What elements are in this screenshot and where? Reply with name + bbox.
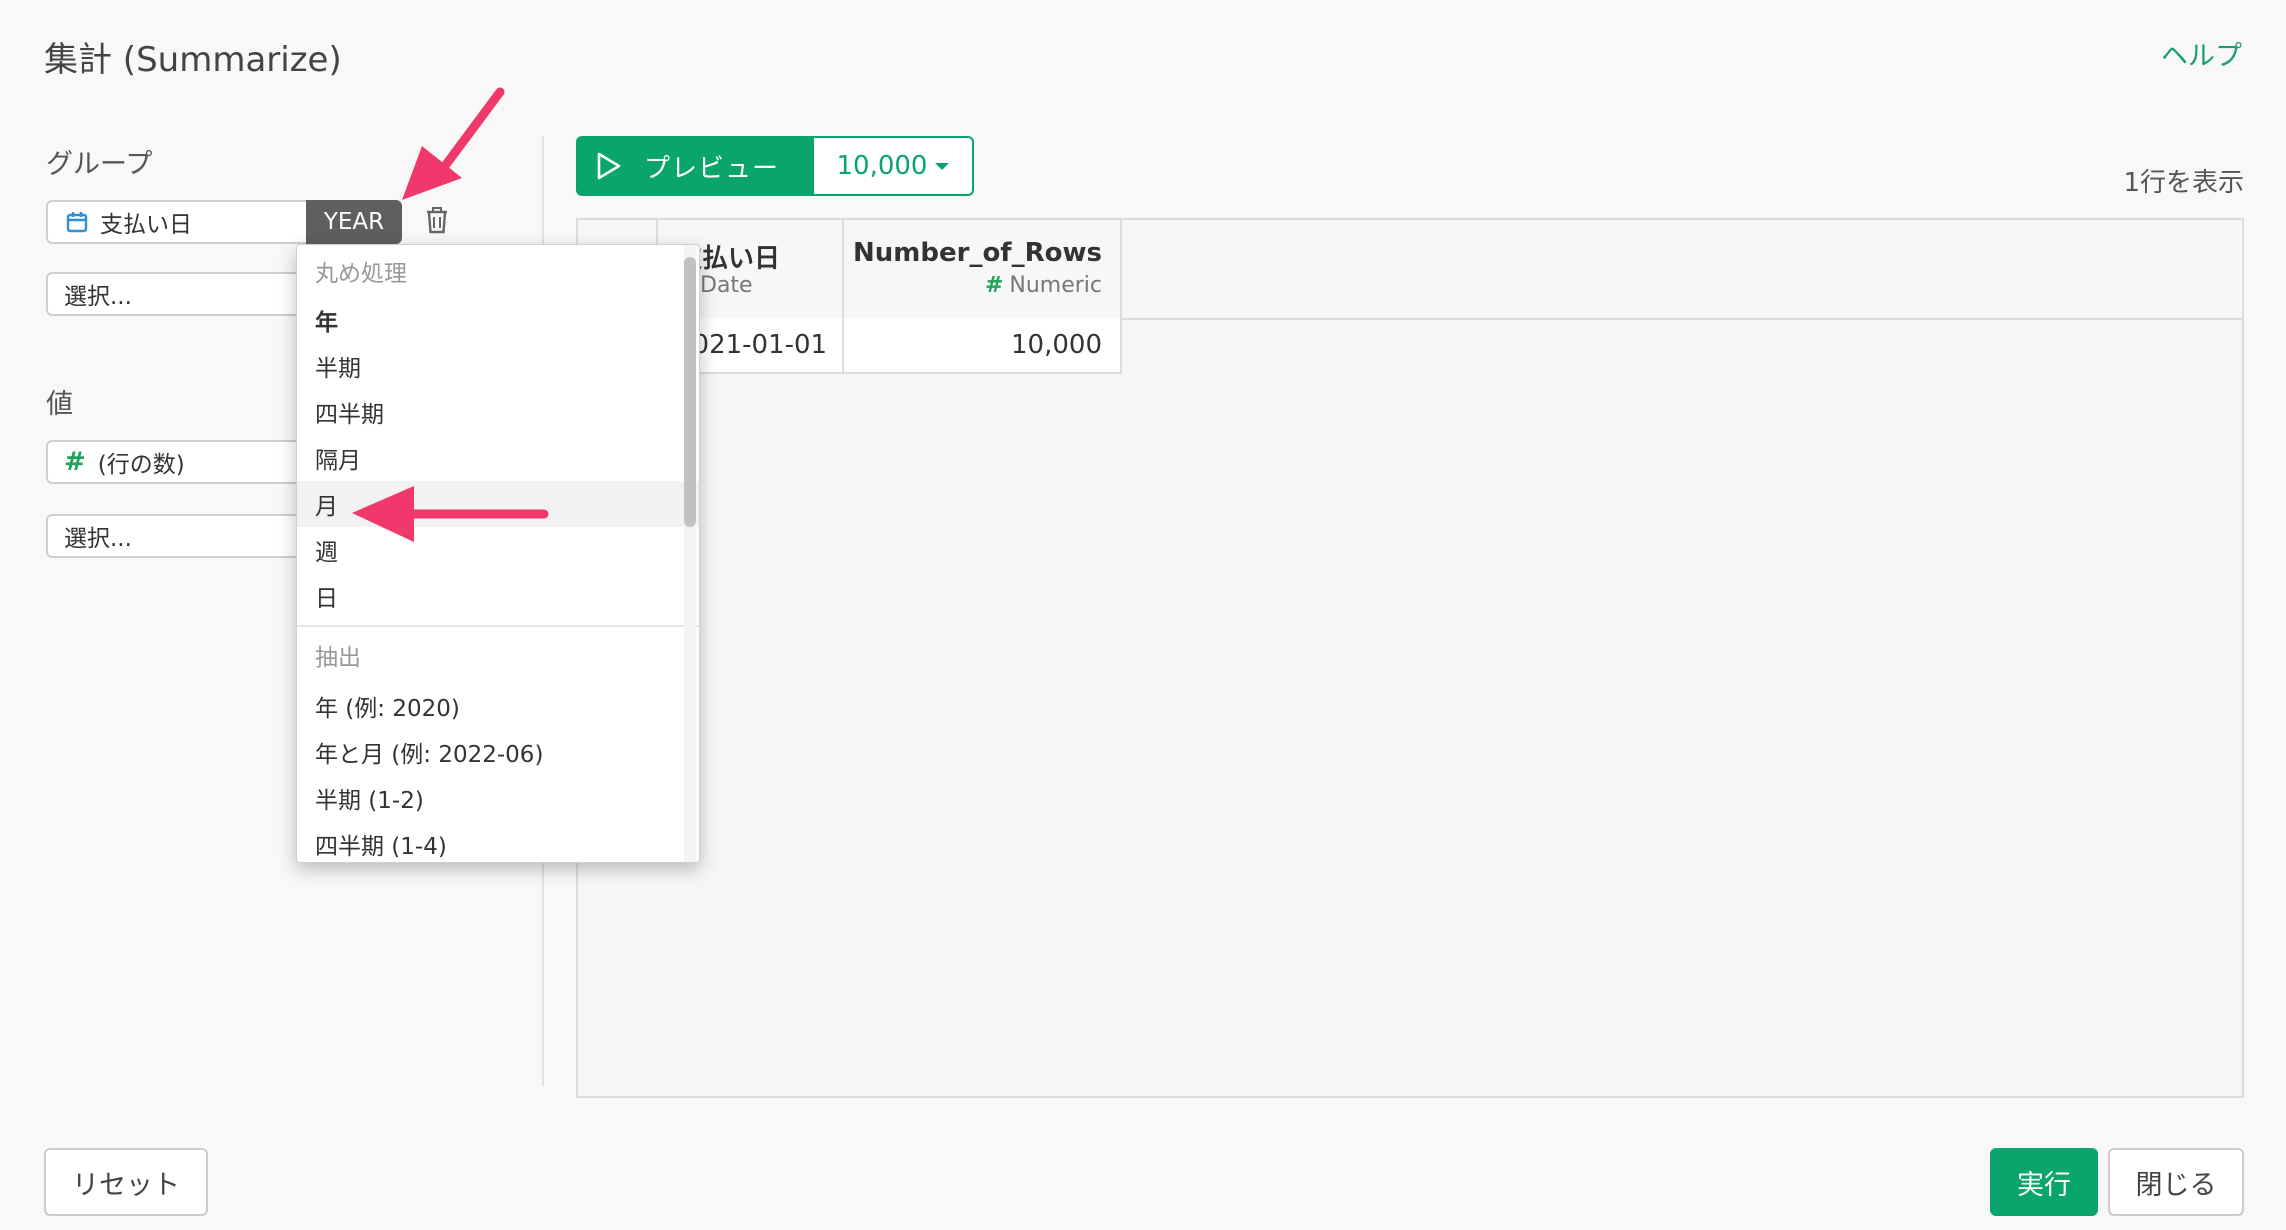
menu-item-day[interactable]: 日 <box>297 573 699 619</box>
menu-item-month[interactable]: 月 <box>297 481 699 527</box>
group-column-field[interactable]: 支払い日 <box>46 200 308 244</box>
trash-icon[interactable] <box>424 206 450 240</box>
value-column-label: (行の数) <box>97 452 185 478</box>
menu-item-extract-half[interactable]: 半期 (1-2) <box>297 775 699 821</box>
column-type: Numeric <box>1009 273 1102 298</box>
row-limit-dropdown[interactable]: 10,000 <box>814 136 974 196</box>
table-cell: 10,000 <box>844 318 1122 374</box>
close-button[interactable]: 閉じる <box>2108 1148 2244 1216</box>
dropdown-scrollbar-thumb[interactable] <box>684 257 696 527</box>
hash-icon: # <box>64 447 86 477</box>
group-section-label: グループ <box>46 149 153 180</box>
run-button[interactable]: 実行 <box>1990 1148 2098 1216</box>
column-type-wrap: # Numeric <box>985 273 1102 298</box>
select-placeholder: 選択... <box>64 526 132 552</box>
menu-item-extract-quarter[interactable]: 四半期 (1-4) <box>297 821 699 862</box>
menu-item-extract-year-month[interactable]: 年と月 (例: 2022-06) <box>297 729 699 775</box>
reset-button[interactable]: リセット <box>44 1148 208 1216</box>
column-name: Number_of_Rows <box>853 238 1102 268</box>
rounding-dropdown-menu: 丸め処理 年 半期 四半期 隔月 月 週 日 抽出 年 (例: 2020) 年と… <box>296 244 700 863</box>
preview-table: 支払い日 Date Number_of_Rows # Numeric 2021-0… <box>576 218 2244 1098</box>
dialog-title: 集計 (Summarize) <box>44 40 342 80</box>
rounding-dropdown-button[interactable]: YEAR <box>306 200 402 244</box>
menu-item-extract-year[interactable]: 年 (例: 2020) <box>297 683 699 729</box>
menu-item-year[interactable]: 年 <box>297 297 699 343</box>
menu-header-extract: 抽出 <box>315 645 361 671</box>
rows-info: 1行を表示 <box>2123 168 2244 198</box>
group-column-label: 支払い日 <box>100 212 192 238</box>
arrow-to-year-button <box>402 87 505 200</box>
help-link[interactable]: ヘルプ <box>2161 34 2242 73</box>
value-section-label: 値 <box>46 389 73 420</box>
select-placeholder: 選択... <box>64 284 132 310</box>
preview-button-label: プレビュー <box>644 153 780 184</box>
table-header: 支払い日 Date Number_of_Rows # Numeric <box>578 220 2242 320</box>
summarize-dialog: 集計 (Summarize) ヘルプ グループ 支払い日 YEAR 選択... … <box>0 0 2286 1230</box>
calendar-icon <box>66 211 88 233</box>
play-icon <box>596 152 622 180</box>
hash-icon: # <box>984 273 1004 298</box>
preview-controls: プレビュー 10,000 <box>576 136 974 196</box>
preview-button[interactable]: プレビュー <box>576 136 814 196</box>
menu-item-half-year[interactable]: 半期 <box>297 343 699 389</box>
column-header[interactable]: Number_of_Rows # Numeric <box>844 220 1122 318</box>
menu-item-bimonth[interactable]: 隔月 <box>297 435 699 481</box>
row-limit-value: 10,000 <box>836 151 928 181</box>
menu-header-rounding: 丸め処理 <box>315 261 407 287</box>
column-type: Date <box>700 273 753 298</box>
menu-item-week[interactable]: 週 <box>297 527 699 573</box>
caret-down-icon <box>935 162 950 170</box>
menu-item-quarter[interactable]: 四半期 <box>297 389 699 435</box>
